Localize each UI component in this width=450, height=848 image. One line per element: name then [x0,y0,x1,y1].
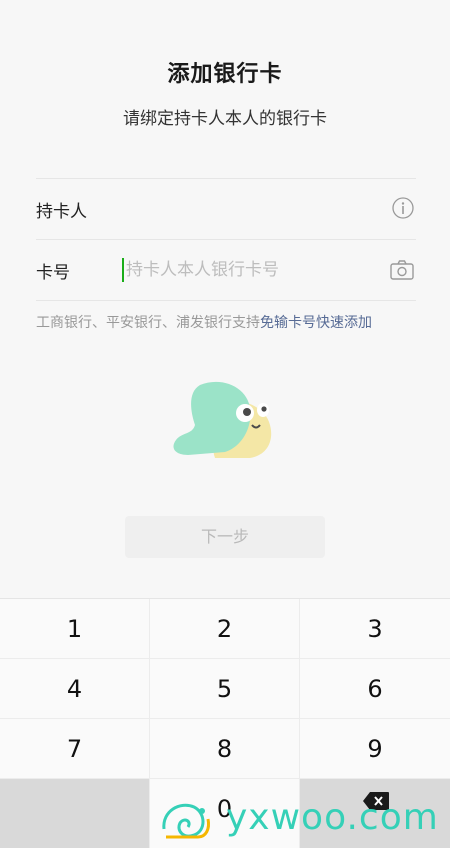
numeric-keypad: 1 2 3 4 5 6 7 8 9 0 [0,598,450,848]
key-8[interactable]: 8 [150,719,300,779]
key-4[interactable]: 4 [0,659,150,719]
supported-banks-text: 工商银行、平安银行、浦发银行支持 [36,315,260,331]
camera-icon[interactable] [390,260,414,280]
key-9[interactable]: 9 [300,719,450,779]
page-subtitle: 请绑定持卡人本人的银行卡 [123,109,327,129]
card-number-label: 卡号 [36,263,70,283]
card-number-row: 卡号 持卡人本人银行卡号 [36,239,416,301]
next-step-button[interactable]: 下一步 [125,516,325,558]
key-5[interactable]: 5 [150,659,300,719]
quick-add-hint: 工商银行、平安银行、浦发银行支持免输卡号快速添加 [36,312,372,332]
key-backspace[interactable] [300,779,450,848]
key-7[interactable]: 7 [0,719,150,779]
cardholder-row: 持卡人 [36,178,416,239]
key-6[interactable]: 6 [300,659,450,719]
cardholder-label: 持卡人 [36,202,87,222]
key-0[interactable]: 0 [150,779,300,848]
snail-mascot-icon [173,381,272,458]
quick-add-link[interactable]: 免输卡号快速添加 [260,315,372,331]
key-2[interactable]: 2 [150,599,300,659]
page-title: 添加银行卡 [167,62,283,87]
key-1[interactable]: 1 [0,599,150,659]
key-blank [0,779,150,848]
info-icon[interactable] [392,197,414,219]
backspace-icon [363,792,389,810]
key-3[interactable]: 3 [300,599,450,659]
card-number-input[interactable]: 持卡人本人银行卡号 [122,258,279,282]
